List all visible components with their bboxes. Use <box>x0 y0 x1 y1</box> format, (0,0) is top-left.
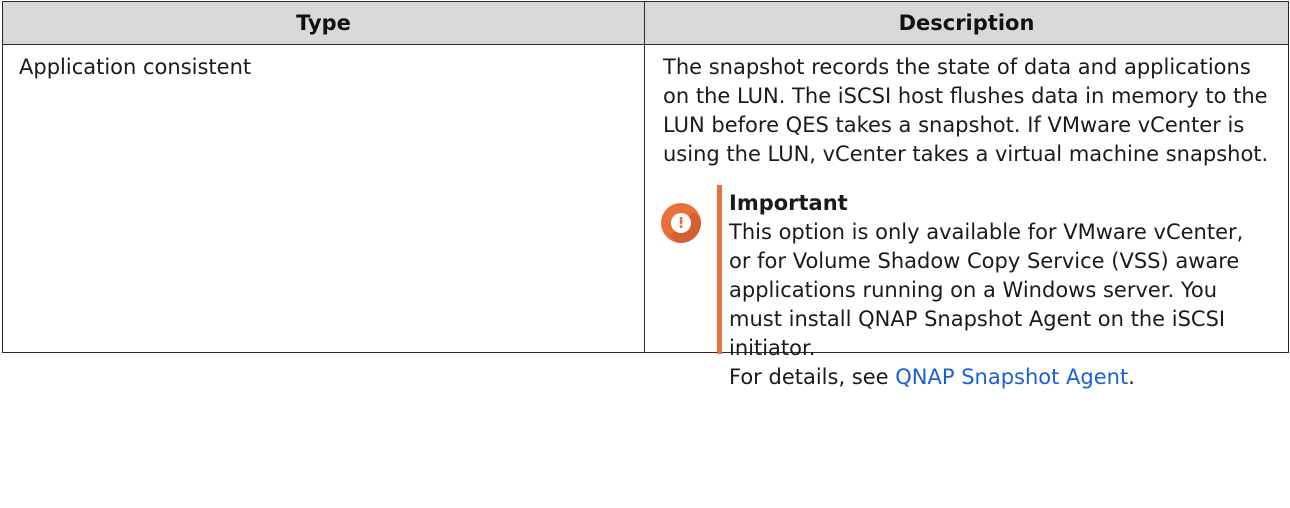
note-details-prefix: For details, see <box>729 365 896 389</box>
qnap-snapshot-agent-link[interactable]: QNAP Snapshot Agent <box>895 365 1128 389</box>
table-header-row: Type Description <box>2 1 1289 45</box>
note-text: This option is only available for VMware… <box>729 220 1244 360</box>
header-type: Type <box>2 1 645 45</box>
options-table: Type Description Application consistent … <box>2 1 1289 389</box>
note-body: Important This option is only available … <box>729 189 1249 392</box>
note-title: Important <box>729 191 848 215</box>
important-note: ! Important This option is only availabl… <box>661 185 1274 389</box>
note-accent-bar <box>717 185 722 354</box>
description-text: The snapshot records the state of data a… <box>663 55 1269 166</box>
description-cell: The snapshot records the state of data a… <box>644 44 1289 389</box>
header-description: Description <box>644 1 1289 45</box>
note-details: For details, see QNAP Snapshot Agent. <box>729 365 1135 389</box>
note-details-suffix: . <box>1128 365 1135 389</box>
type-cell: Application consistent <box>2 44 645 353</box>
type-value: Application consistent <box>19 55 252 79</box>
important-exclamation-icon: ! <box>661 203 701 243</box>
table-row: Application consistent The snapshot reco… <box>2 44 1289 389</box>
